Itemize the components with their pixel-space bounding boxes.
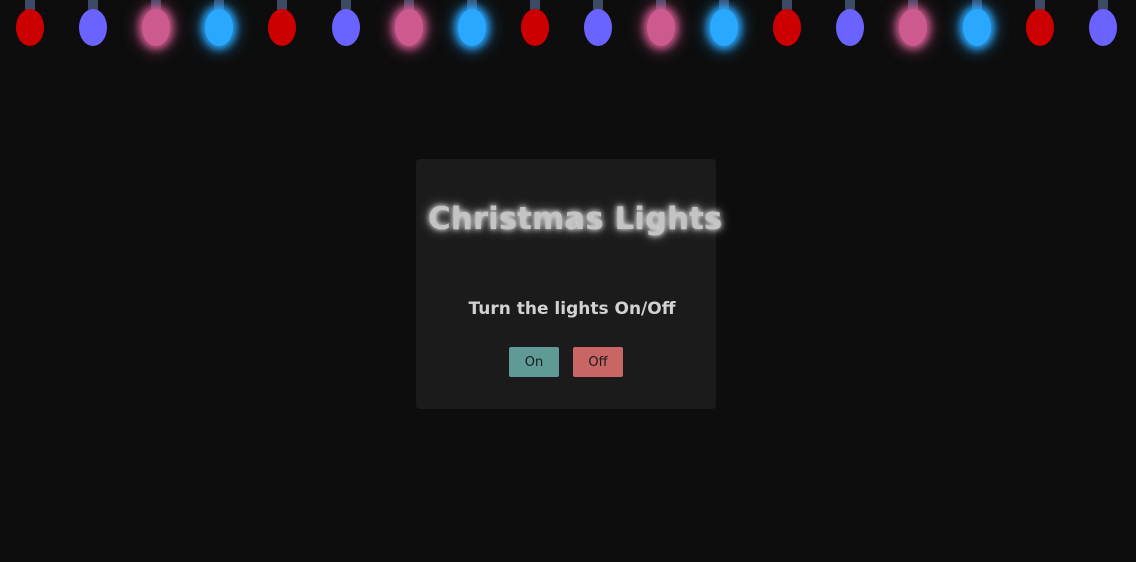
bulb-glass xyxy=(332,9,360,46)
light-bulb xyxy=(773,0,801,50)
light-bulb xyxy=(458,0,486,50)
bulb-glass xyxy=(79,9,107,46)
bulb-glass xyxy=(205,9,233,46)
bulb-glass xyxy=(963,9,991,46)
bulb-glass xyxy=(1026,9,1054,46)
bulb-glass xyxy=(1089,9,1117,46)
bulb-glass xyxy=(836,9,864,46)
page-title: Christmas Lights xyxy=(428,201,723,237)
light-bulb xyxy=(521,0,549,50)
bulb-glass xyxy=(647,9,675,46)
light-bulb xyxy=(647,0,675,50)
bulb-glass xyxy=(521,9,549,46)
light-bulb xyxy=(268,0,296,50)
light-bulb xyxy=(963,0,991,50)
lights-on-button[interactable]: On xyxy=(509,347,559,377)
bulb-glass xyxy=(773,9,801,46)
light-bulb xyxy=(1089,0,1117,50)
light-bulb xyxy=(142,0,170,50)
light-bulb xyxy=(205,0,233,50)
bulb-glass xyxy=(458,9,486,46)
light-bulb xyxy=(899,0,927,50)
light-bulb xyxy=(79,0,107,50)
light-bulb xyxy=(836,0,864,50)
light-bulb xyxy=(16,0,44,50)
light-bulb xyxy=(1026,0,1054,50)
bulb-glass xyxy=(268,9,296,46)
lights-off-button[interactable]: Off xyxy=(573,347,623,377)
bulb-glass xyxy=(16,9,44,46)
bulb-glass xyxy=(142,9,170,46)
bulb-glass xyxy=(710,9,738,46)
bulb-glass xyxy=(899,9,927,46)
control-card: Christmas Lights Turn the lights On/Off … xyxy=(416,159,723,409)
bulb-glass xyxy=(395,9,423,46)
christmas-lights-string xyxy=(0,0,1136,60)
instructions-text: Turn the lights On/Off xyxy=(468,299,676,319)
bulb-glass xyxy=(584,9,612,46)
light-bulb xyxy=(395,0,423,50)
light-bulb xyxy=(584,0,612,50)
light-bulb xyxy=(710,0,738,50)
light-bulb xyxy=(332,0,360,50)
